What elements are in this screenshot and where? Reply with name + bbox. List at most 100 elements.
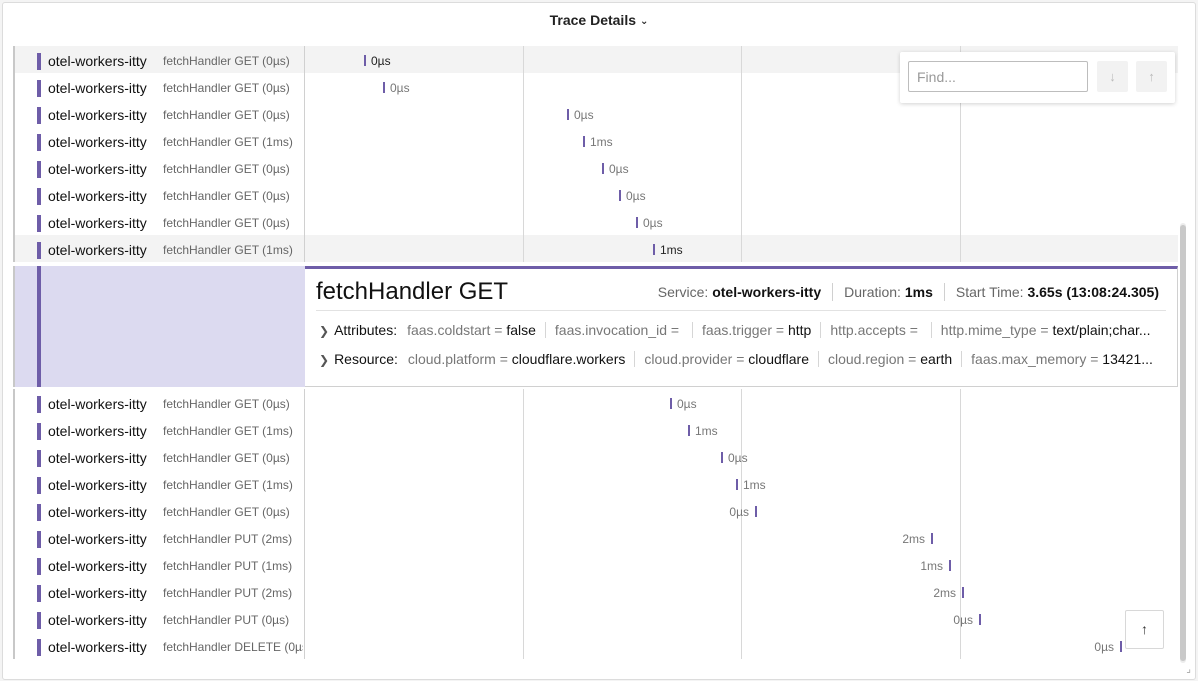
span-duration-bar[interactable] bbox=[962, 587, 964, 598]
span-duration-bar[interactable] bbox=[636, 217, 638, 228]
span-timeline-cell[interactable]: 0µs bbox=[305, 632, 1178, 659]
span-duration-bar[interactable] bbox=[949, 560, 951, 571]
service-color-bar bbox=[37, 188, 41, 205]
span-row[interactable]: otel-workers-itty fetchHandler DELETE (0… bbox=[13, 632, 1178, 659]
span-name-cell[interactable]: otel-workers-itty fetchHandler GET (0µs) bbox=[13, 73, 305, 100]
service-color-bar bbox=[37, 134, 41, 151]
span-name-cell[interactable]: otel-workers-itty fetchHandler PUT (2ms) bbox=[13, 578, 305, 605]
span-row[interactable]: otel-workers-itty fetchHandler GET (1ms)… bbox=[13, 416, 1178, 443]
span-name-cell[interactable]: otel-workers-itty fetchHandler GET (0µs) bbox=[13, 100, 305, 127]
span-timeline-cell[interactable]: 0µs bbox=[305, 181, 1178, 208]
span-timeline-cell[interactable]: 2ms bbox=[305, 524, 1178, 551]
span-name-cell[interactable]: otel-workers-itty fetchHandler GET (0µs) bbox=[13, 46, 305, 73]
resize-handle-icon[interactable]: ⌟ bbox=[1186, 664, 1191, 675]
span-detail-panel: fetchHandler GET Service: otel-workers-i… bbox=[305, 266, 1178, 387]
span-timeline-cell[interactable]: 0µs bbox=[305, 497, 1178, 524]
span-name-cell[interactable]: otel-workers-itty fetchHandler GET (1ms) bbox=[13, 127, 305, 154]
span-row[interactable]: otel-workers-itty fetchHandler GET (1ms)… bbox=[13, 470, 1178, 497]
span-name-cell[interactable]: otel-workers-itty fetchHandler GET (1ms) bbox=[13, 235, 305, 262]
timeline-gridline bbox=[960, 551, 961, 578]
span-timeline-cell[interactable]: 0µs bbox=[305, 154, 1178, 181]
span-row[interactable]: otel-workers-itty fetchHandler GET (0µs)… bbox=[13, 497, 1178, 524]
span-timeline-cell[interactable]: 1ms bbox=[305, 127, 1178, 154]
span-duration-bar[interactable] bbox=[653, 244, 655, 255]
timeline-gridline bbox=[741, 127, 742, 154]
operation-name: fetchHandler GET (1ms) bbox=[163, 243, 293, 257]
span-row[interactable]: otel-workers-itty fetchHandler GET (1ms)… bbox=[13, 127, 1178, 154]
service-name: otel-workers-itty bbox=[48, 107, 147, 123]
span-duration-bar[interactable] bbox=[383, 82, 385, 93]
span-name-cell[interactable]: otel-workers-itty fetchHandler DELETE (0… bbox=[13, 632, 305, 659]
span-duration-bar[interactable] bbox=[688, 425, 690, 436]
span-name-cell[interactable]: otel-workers-itty fetchHandler GET (0µs) bbox=[13, 443, 305, 470]
service-name: otel-workers-itty bbox=[48, 161, 147, 177]
span-duration-bar[interactable] bbox=[670, 398, 672, 409]
span-row[interactable]: otel-workers-itty fetchHandler PUT (2ms)… bbox=[13, 524, 1178, 551]
service-name: otel-workers-itty bbox=[48, 423, 147, 439]
span-duration-bar[interactable] bbox=[567, 109, 569, 120]
timeline-gridline bbox=[741, 73, 742, 100]
span-row[interactable]: otel-workers-itty fetchHandler GET (0µs)… bbox=[13, 443, 1178, 470]
find-input[interactable] bbox=[908, 61, 1088, 92]
span-duration-bar[interactable] bbox=[602, 163, 604, 174]
span-row[interactable]: otel-workers-itty fetchHandler GET (0µs)… bbox=[13, 208, 1178, 235]
service-name: otel-workers-itty bbox=[48, 531, 147, 547]
span-row[interactable]: otel-workers-itty fetchHandler GET (0µs)… bbox=[13, 181, 1178, 208]
span-name-cell[interactable]: otel-workers-itty fetchHandler GET (1ms) bbox=[13, 416, 305, 443]
span-row[interactable]: otel-workers-itty fetchHandler GET (0µs)… bbox=[13, 389, 1178, 416]
timeline-gridline bbox=[741, 524, 742, 551]
span-duration-bar[interactable] bbox=[721, 452, 723, 463]
span-duration-bar[interactable] bbox=[619, 190, 621, 201]
span-row[interactable]: otel-workers-itty fetchHandler GET (1ms)… bbox=[13, 235, 1178, 262]
span-duration-bar[interactable] bbox=[755, 506, 757, 517]
span-timeline-cell[interactable]: 0µs bbox=[305, 389, 1178, 416]
span-row[interactable]: otel-workers-itty fetchHandler PUT (0µs)… bbox=[13, 605, 1178, 632]
span-timeline-cell[interactable]: 1ms bbox=[305, 551, 1178, 578]
span-timeline-cell[interactable]: 2ms bbox=[305, 578, 1178, 605]
page-title: Trace Details bbox=[549, 12, 636, 28]
span-duration-bar[interactable] bbox=[736, 479, 738, 490]
span-timeline-cell[interactable]: 1ms bbox=[305, 470, 1178, 497]
span-name-cell[interactable]: otel-workers-itty fetchHandler PUT (0µs) bbox=[13, 605, 305, 632]
timeline-gridline bbox=[741, 46, 742, 73]
arrow-down-icon[interactable]: ↓ bbox=[1097, 61, 1128, 92]
span-timeline-cell[interactable]: 0µs bbox=[305, 605, 1178, 632]
span-timeline-cell[interactable]: 0µs bbox=[305, 100, 1178, 127]
arrow-up-icon[interactable]: ↑ bbox=[1136, 61, 1167, 92]
timeline-gridline bbox=[741, 181, 742, 208]
span-duration-bar[interactable] bbox=[583, 136, 585, 147]
span-duration-bar[interactable] bbox=[364, 55, 366, 66]
span-duration-bar[interactable] bbox=[931, 533, 933, 544]
span-name-cell[interactable]: otel-workers-itty fetchHandler GET (0µs) bbox=[13, 208, 305, 235]
span-name-cell[interactable]: otel-workers-itty fetchHandler PUT (2ms) bbox=[13, 524, 305, 551]
timeline-gridline bbox=[960, 154, 961, 181]
span-name-cell[interactable]: otel-workers-itty fetchHandler GET (1ms) bbox=[13, 470, 305, 497]
attributes-toggle[interactable]: ❯ Attributes: faas.coldstart = false faas.i… bbox=[319, 322, 1169, 338]
span-timeline-cell[interactable]: 0µs bbox=[305, 443, 1178, 470]
trace-header[interactable]: Trace Details ⌄ bbox=[3, 3, 1195, 43]
span-duration-bar[interactable] bbox=[979, 614, 981, 625]
span-name-cell[interactable]: otel-workers-itty fetchHandler GET (0µs) bbox=[13, 389, 305, 416]
span-row[interactable]: otel-workers-itty fetchHandler PUT (1ms)… bbox=[13, 551, 1178, 578]
service-color-bar bbox=[37, 80, 41, 97]
span-row[interactable]: otel-workers-itty fetchHandler PUT (2ms)… bbox=[13, 578, 1178, 605]
span-row[interactable]: otel-workers-itty fetchHandler GET (0µs)… bbox=[13, 154, 1178, 181]
span-name-cell[interactable]: otel-workers-itty fetchHandler GET (0µs) bbox=[13, 154, 305, 181]
scroll-to-top-button[interactable]: ↑ bbox=[1125, 610, 1164, 649]
span-row[interactable]: otel-workers-itty fetchHandler GET (0µs)… bbox=[13, 100, 1178, 127]
resource-toggle[interactable]: ❯ Resource: cloud.platform = cloudflare.wo… bbox=[319, 351, 1169, 367]
span-timeline-cell[interactable]: 1ms bbox=[305, 416, 1178, 443]
span-timeline-cell[interactable]: 0µs bbox=[305, 208, 1178, 235]
scrollbar-thumb[interactable] bbox=[1180, 225, 1186, 661]
span-timeline-cell[interactable]: 1ms bbox=[305, 235, 1178, 262]
service-color-bar bbox=[37, 531, 41, 548]
span-name-cell[interactable]: otel-workers-itty fetchHandler PUT (1ms) bbox=[13, 551, 305, 578]
span-name-cell[interactable]: otel-workers-itty fetchHandler GET (0µs) bbox=[13, 181, 305, 208]
timeline-gridline bbox=[741, 470, 742, 497]
timeline-gridline bbox=[960, 524, 961, 551]
span-duration-bar[interactable] bbox=[1120, 641, 1122, 652]
timeline-gridline bbox=[523, 578, 524, 605]
span-name-cell[interactable]: otel-workers-itty fetchHandler GET (0µs) bbox=[13, 497, 305, 524]
service-color-bar bbox=[37, 242, 41, 259]
timeline-gridline bbox=[523, 605, 524, 632]
